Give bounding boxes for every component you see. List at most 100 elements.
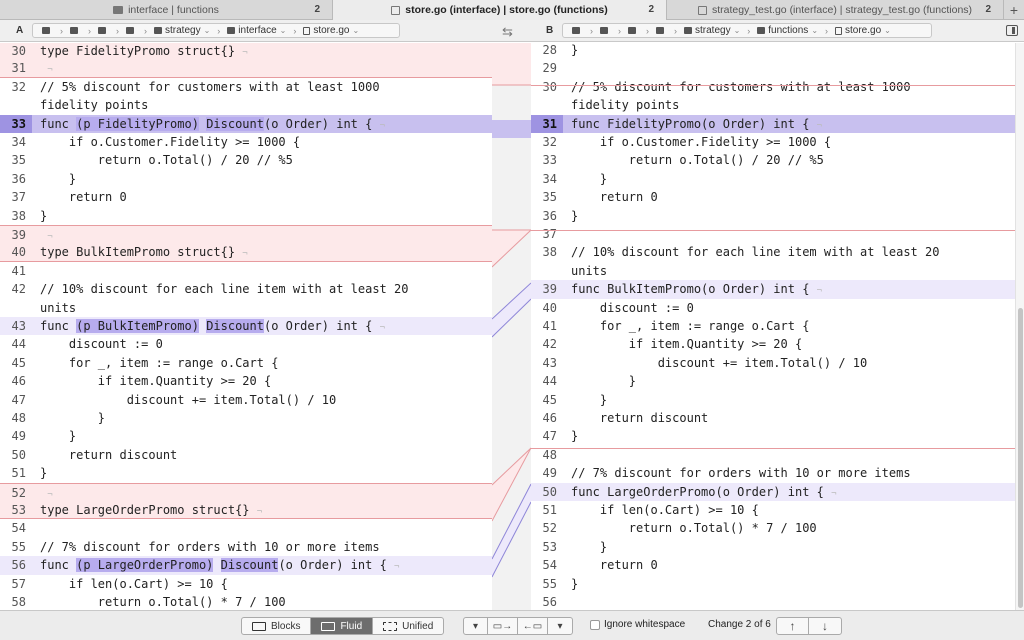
code-line[interactable]: 36} xyxy=(531,207,1015,225)
code-line[interactable]: 46 if item.Quantity >= 20 { xyxy=(0,372,492,390)
code-line[interactable]: 49 // 7% discount for orders with 10 or m… xyxy=(531,464,1015,482)
line-number: 34 xyxy=(542,171,557,186)
crumb-strategy[interactable]: strategy ⌄ xyxy=(149,25,215,36)
ignore-whitespace-checkbox[interactable] xyxy=(590,620,600,630)
code-line[interactable]: 28} xyxy=(531,43,1015,59)
sidebar-toggle-icon[interactable] xyxy=(1006,25,1018,36)
crumb-functions[interactable]: functions ⌄ xyxy=(752,25,823,36)
code-line[interactable]: 30 type FidelityPromo struct{} ¬ xyxy=(0,43,492,60)
code-line[interactable]: 52 return o.Total() * 7 / 100 xyxy=(531,519,1015,537)
code-line[interactable]: 37 xyxy=(531,225,1015,243)
code-line[interactable]: 49 } xyxy=(0,427,492,445)
code-line[interactable]: 45 } xyxy=(531,391,1015,409)
swap-sides-icon[interactable]: ⇆ xyxy=(502,24,513,40)
code-line[interactable]: 36 } xyxy=(0,170,492,188)
merge-menu-chevron-icon[interactable]: ▾ xyxy=(464,618,488,634)
crumb-interface[interactable]: interface ⌄ xyxy=(222,25,291,36)
code-line[interactable]: 51} xyxy=(0,464,492,482)
code-line[interactable]: 31 func FidelityPromo(o Order) int { ¬ xyxy=(531,114,1015,133)
code-line[interactable]: 54 xyxy=(0,519,492,537)
code-line[interactable]: 44 discount := 0 xyxy=(0,335,492,353)
code-line[interactable]: 33 return o.Total() / 20 // %5 xyxy=(531,151,1015,169)
code-line[interactable]: 51 if len(o.Cart) >= 10 { xyxy=(531,501,1015,519)
code-line[interactable]: 34 if o.Customer.Fidelity >= 1000 { xyxy=(0,133,492,151)
next-change-arrow-icon[interactable]: ↓ xyxy=(809,618,841,634)
line-number: 52 xyxy=(11,485,26,500)
code-line[interactable]: 37 return 0 xyxy=(0,188,492,206)
unified-mode-button[interactable]: Unified xyxy=(373,618,443,634)
folder-icon[interactable] xyxy=(121,27,142,34)
disk-icon[interactable] xyxy=(37,27,58,34)
add-tab-button[interactable]: + xyxy=(1004,0,1024,20)
code-line[interactable]: 44 } xyxy=(531,372,1015,390)
crumb-store-go[interactable]: store.go ⌄ xyxy=(830,25,896,36)
code-line[interactable]: 42 if item.Quantity >= 20 { xyxy=(531,335,1015,353)
code-line[interactable]: 32 if o.Customer.Fidelity >= 1000 { xyxy=(531,133,1015,151)
code-line[interactable]: 34 } xyxy=(531,170,1015,188)
code-line[interactable]: 35 return 0 xyxy=(531,188,1015,206)
code-line[interactable]: 46 return discount xyxy=(531,409,1015,427)
code-text: return discount xyxy=(40,447,178,462)
code-text: type BulkItemPromo struct{} ¬ xyxy=(40,245,248,260)
code-line[interactable]: 54 return 0 xyxy=(531,556,1015,574)
right-code-pane[interactable]: 28} 29 30 // 5% discount for customers with… xyxy=(531,43,1015,610)
copy-left-icon[interactable]: ←▭ xyxy=(518,618,548,634)
scrollbar-thumb[interactable] xyxy=(1018,308,1023,608)
folder-icon[interactable] xyxy=(651,27,672,34)
fluid-mode-button[interactable]: Fluid xyxy=(311,618,374,634)
code-line[interactable]: 50 return discount xyxy=(0,446,492,464)
code-line[interactable]: 45 for _, item := range o.Cart { xyxy=(0,354,492,372)
code-line[interactable]: 38 // 10% discount for each line item wit… xyxy=(531,243,1015,280)
tab-interface-functions[interactable]: interface | functions 2 xyxy=(0,0,333,20)
code-line[interactable]: 58 return o.Total() * 7 / 100 xyxy=(0,593,492,610)
code-line[interactable]: 30 // 5% discount for customers with at l… xyxy=(531,78,1015,115)
tab-strategy-test-go[interactable]: strategy_test.go (interface) | strategy_… xyxy=(667,0,1004,20)
vertical-scrollbar[interactable] xyxy=(1015,43,1024,610)
code-line[interactable]: 53 type LargeOrderPromo struct{} ¬ xyxy=(0,501,492,520)
folder-icon[interactable] xyxy=(65,27,86,34)
code-line[interactable]: 41 xyxy=(0,262,492,280)
disk-icon[interactable] xyxy=(567,27,588,34)
blocks-mode-button[interactable]: Blocks xyxy=(242,618,312,634)
code-line[interactable]: 38} xyxy=(0,207,492,225)
folder-icon[interactable] xyxy=(623,27,644,34)
code-line[interactable]: 43 func (p BulkItemPromo) Discount(o Orde… xyxy=(0,317,492,336)
code-line[interactable]: 43 discount += item.Total() / 10 xyxy=(531,354,1015,372)
line-number: 54 xyxy=(11,521,26,536)
code-line[interactable]: 48 } xyxy=(0,409,492,427)
code-line[interactable]: 52 ¬ xyxy=(0,482,492,501)
copy-right-icon[interactable]: ▭→ xyxy=(488,618,518,634)
code-line[interactable]: 35 return o.Total() / 20 // %5 xyxy=(0,151,492,169)
left-code-pane[interactable]: 30 type FidelityPromo struct{} ¬ 31 ¬ 32// … xyxy=(0,43,492,610)
code-line[interactable]: 33 func (p FidelityPromo) Discount(o Orde… xyxy=(0,114,492,133)
code-line[interactable]: 56 func (p LargeOrderPromo) Discount(o Or… xyxy=(0,556,492,575)
code-line[interactable]: 55} xyxy=(531,575,1015,593)
code-line[interactable]: 39 func BulkItemPromo(o Order) int { ¬ xyxy=(531,280,1015,299)
code-line[interactable]: 29 xyxy=(531,59,1015,77)
code-line[interactable]: 50 func LargeOrderPromo(o Order) int { ¬ xyxy=(531,482,1015,501)
code-line[interactable]: 57 if len(o.Cart) >= 10 { xyxy=(0,575,492,593)
crumb-store-go[interactable]: store.go ⌄ xyxy=(298,25,364,36)
line-number: 37 xyxy=(542,227,557,241)
code-line[interactable]: 53 } xyxy=(531,538,1015,556)
code-line[interactable]: 31 ¬ xyxy=(0,59,492,78)
tab-store-go[interactable]: store.go (interface) | store.go (functio… xyxy=(333,0,667,20)
code-line[interactable]: 56 xyxy=(531,593,1015,610)
crumb-strategy[interactable]: strategy ⌄ xyxy=(679,25,745,36)
code-line[interactable]: 47 discount += item.Total() / 10 xyxy=(0,391,492,409)
copy-menu-chevron-icon[interactable]: ▾ xyxy=(548,618,572,634)
code-line[interactable]: 55 // 7% discount for orders with 10 or m… xyxy=(0,538,492,556)
folder-icon[interactable] xyxy=(93,27,114,34)
code-line[interactable]: 32 // 5% discount for customers with at l… xyxy=(0,78,492,115)
code-text: return o.Total() * 7 / 100 xyxy=(40,595,286,609)
folder-icon[interactable] xyxy=(595,27,616,34)
line-number: 35 xyxy=(542,190,557,205)
previous-change-arrow-icon[interactable]: ↑ xyxy=(777,618,809,634)
code-line[interactable]: 40 discount := 0 xyxy=(531,299,1015,317)
code-line[interactable]: 47} xyxy=(531,427,1015,445)
code-line[interactable]: 39 ¬ xyxy=(0,225,492,244)
code-line[interactable]: 41 for _, item := range o.Cart { xyxy=(531,317,1015,335)
code-line[interactable]: 40 type BulkItemPromo struct{} ¬ xyxy=(0,243,492,262)
tab-label: interface | functions xyxy=(128,4,219,16)
code-line[interactable]: 42 // 10% discount for each line item wit… xyxy=(0,280,492,317)
